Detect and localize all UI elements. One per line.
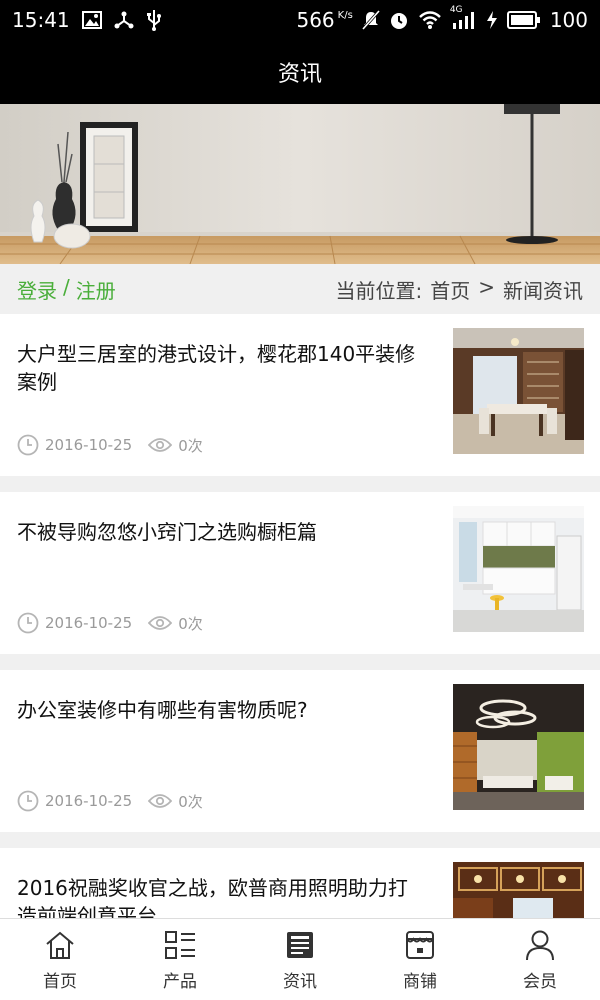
cellular-signal-icon: 4G [450, 5, 477, 30]
news-views: 0次 [148, 613, 203, 634]
battery-icon [506, 11, 541, 29]
news-meta: 2016-10-25 0次 [17, 612, 203, 634]
eye-icon [148, 615, 173, 631]
current-location: 当前位置: 首页 > 新闻资讯 [335, 275, 583, 304]
breadcrumb: 登录 / 注册 当前位置: 首页 > 新闻资讯 [0, 264, 600, 314]
page-title: 资讯 [277, 62, 322, 87]
news-date: 2016-10-25 [45, 614, 133, 632]
login-link[interactable]: 登录 [17, 275, 57, 304]
breadcrumb-current: 新闻资讯 [503, 278, 583, 303]
eye-icon [148, 793, 173, 809]
nav-label: 会员 [523, 972, 557, 992]
app-header: 资讯 [0, 40, 600, 104]
charging-icon [486, 10, 498, 30]
news-meta: 2016-10-25 0次 [17, 790, 203, 812]
nav-label: 资讯 [283, 972, 317, 992]
share-icon [114, 10, 134, 30]
clock-icon [17, 612, 39, 634]
news-view-count: 0次 [178, 436, 203, 455]
news-meta: 2016-10-25 0次 [17, 434, 203, 456]
nav-label: 商铺 [403, 972, 437, 992]
network-speed: 566 K/s [296, 8, 353, 32]
bottom-nav: 首页 产品 资讯 商铺 会员 [0, 918, 600, 1000]
nav-label: 首页 [43, 972, 77, 992]
nav-label: 产品 [163, 972, 197, 992]
news-title[interactable]: 大户型三居室的港式设计，樱花郡140平装修案例 [17, 340, 427, 396]
nav-item-products[interactable]: 产品 [120, 919, 240, 1000]
status-time: 15:41 [12, 8, 70, 32]
home-icon [44, 927, 76, 963]
alarm-icon [389, 10, 409, 30]
news-thumbnail[interactable] [453, 328, 584, 454]
eye-icon [148, 437, 173, 453]
nav-item-home[interactable]: 首页 [0, 919, 120, 1000]
news-title[interactable]: 不被导购忽悠小窍门之选购橱柜篇 [17, 518, 427, 546]
news-view-count: 0次 [178, 614, 203, 633]
status-bar: 15:41 566 K/s 4G 100 [0, 0, 600, 40]
user-icon [525, 927, 555, 963]
news-thumbnail[interactable] [453, 506, 584, 632]
store-icon [404, 927, 436, 963]
news-thumbnail[interactable] [453, 684, 584, 810]
image-icon [81, 11, 102, 29]
clock-icon [17, 790, 39, 812]
news-date: 2016-10-25 [45, 436, 133, 454]
usb-icon [146, 9, 162, 31]
news-item[interactable]: 不被导购忽悠小窍门之选购橱柜篇 2016-10-25 0次 [0, 492, 600, 654]
nav-item-store[interactable]: 商铺 [360, 919, 480, 1000]
banner-image [0, 104, 600, 264]
battery-percent: 100 [549, 8, 588, 32]
news-item[interactable]: 办公室装修中有哪些有害物质呢? 2016-10-25 0次 [0, 670, 600, 832]
mute-icon [361, 10, 380, 30]
news-title[interactable]: 办公室装修中有哪些有害物质呢? [17, 696, 427, 724]
news-views: 0次 [148, 791, 203, 812]
news-item[interactable]: 大户型三居室的港式设计，樱花郡140平装修案例 2016-10-25 0次 [0, 314, 600, 476]
news-date: 2016-10-25 [45, 792, 133, 810]
register-link[interactable]: 注册 [76, 275, 116, 304]
auth-links: 登录 / 注册 [17, 275, 116, 304]
clock-icon [17, 434, 39, 456]
auth-separator: / [63, 274, 70, 299]
news-icon [285, 927, 315, 963]
breadcrumb-home-link[interactable]: 首页 [430, 275, 470, 304]
grid-list-icon [164, 927, 196, 963]
news-views: 0次 [148, 435, 203, 456]
nav-item-news[interactable]: 资讯 [240, 919, 360, 1000]
location-label: 当前位置: [335, 278, 423, 303]
news-view-count: 0次 [178, 792, 203, 811]
nav-item-member[interactable]: 会员 [480, 919, 600, 1000]
wifi-icon [418, 10, 442, 30]
breadcrumb-arrow: > [478, 274, 495, 299]
